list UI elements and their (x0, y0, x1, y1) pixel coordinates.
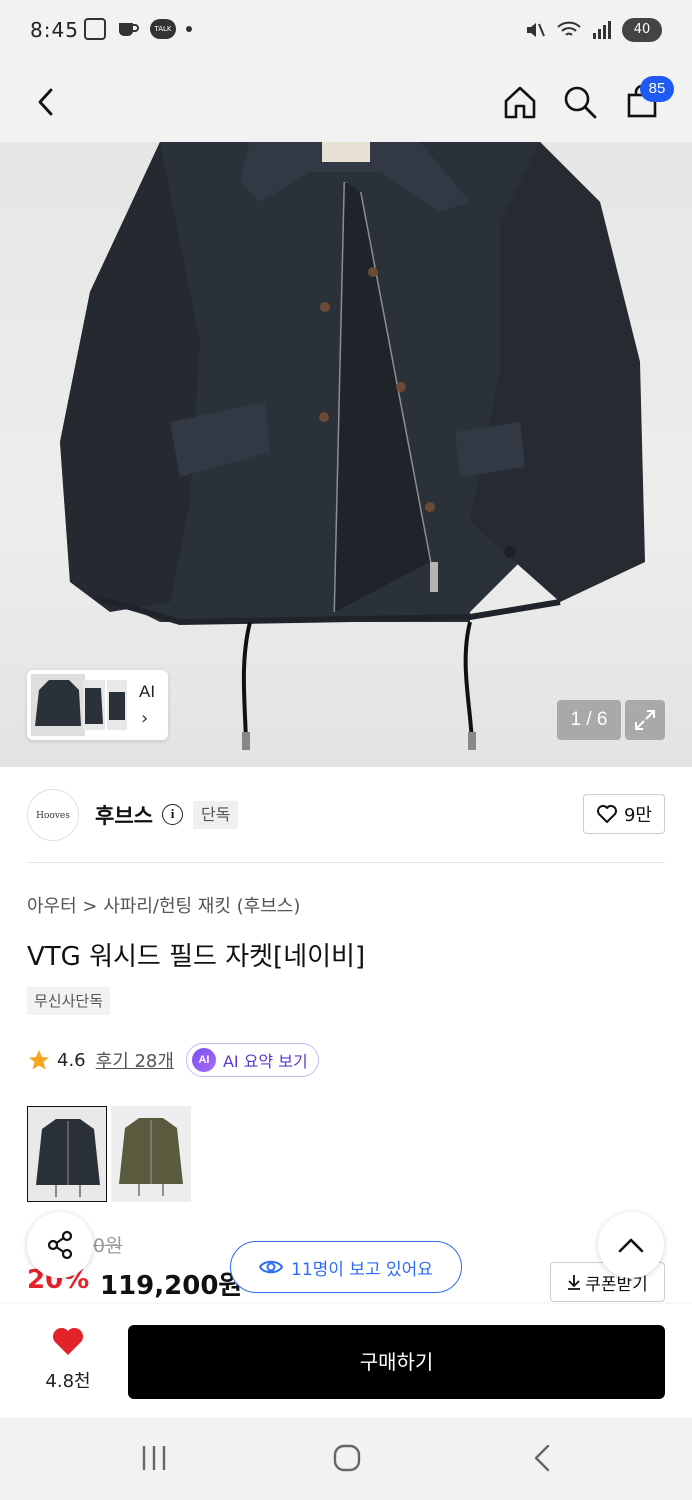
back-button[interactable] (22, 78, 70, 126)
scroll-to-top-button[interactable] (598, 1212, 664, 1278)
ai-summary-label: AI 요약 보기 (222, 1052, 308, 1071)
rating-value: 4.6 (57, 1049, 86, 1071)
exclusive-brand-tag: 단독 (193, 801, 239, 829)
brand-name[interactable]: 후브스 (95, 800, 153, 830)
system-navigation-bar (0, 1418, 692, 1500)
wifi-icon (557, 21, 581, 36)
swatch-image-navy (28, 1107, 106, 1201)
brand-like-button[interactable]: 9만 (583, 794, 665, 834)
ai-badge-icon: AI (191, 1048, 216, 1072)
kakaotalk-icon: TALK (150, 19, 176, 39)
image-thumbnail-strip[interactable]: AI › (27, 670, 168, 740)
original-price: 0원 (93, 1235, 123, 1257)
image-counter: 1 / 6 (557, 700, 621, 740)
color-swatch-olive[interactable] (111, 1106, 191, 1202)
status-system-icons: 40 (524, 18, 662, 42)
brand-like-count: 9만 (623, 805, 652, 826)
chevron-up-icon (618, 1238, 644, 1253)
battery-indicator: 40 (622, 18, 662, 42)
buy-button[interactable]: 구매하기 (128, 1325, 665, 1399)
ai-summary-button[interactable]: AI AI 요약 보기 (185, 1043, 319, 1077)
live-viewers-text: 11명이 보고 있어요 (291, 1259, 433, 1280)
recent-apps-icon (142, 1446, 166, 1470)
home-nav-button[interactable] (323, 1438, 371, 1478)
home-icon (504, 86, 536, 119)
search-button[interactable] (556, 78, 604, 126)
review-count-link[interactable]: 후기 28개 (96, 1047, 174, 1073)
info-icon[interactable]: i (162, 804, 183, 825)
heart-outline-icon (596, 805, 617, 823)
cart-count-badge: 85 (640, 76, 674, 102)
rating-row: 4.6 후기 28개 AI AI 요약 보기 (27, 1043, 319, 1077)
wishlist-count: 4.8천 (45, 1371, 91, 1392)
brand-logo[interactable]: Hooves (27, 789, 79, 841)
heart-filled-icon (52, 1327, 84, 1355)
cup-icon (119, 23, 139, 36)
musinsa-exclusive-tag: 무신사단독 (27, 987, 111, 1015)
search-icon (564, 86, 597, 119)
share-button[interactable] (27, 1212, 93, 1278)
thumbnail-images (31, 674, 127, 736)
app-header: 85 (0, 62, 692, 142)
swatch-image-olive (111, 1106, 191, 1202)
mute-icon (527, 23, 545, 37)
wishlist-button[interactable] (42, 1326, 94, 1366)
back-nav-icon (534, 1444, 550, 1472)
category-breadcrumb[interactable]: 아우터 > 사파리/헌팅 재킷 (후브스) (27, 892, 300, 918)
chevron-right-icon: › (141, 708, 149, 729)
back-nav-button[interactable] (518, 1438, 566, 1478)
download-icon (568, 1275, 581, 1290)
home-circle-icon (333, 1444, 361, 1472)
status-notification-icons: TALK (84, 18, 192, 40)
recent-apps-button[interactable] (130, 1438, 178, 1478)
live-viewers-pill: 11명이 보고 있어요 (230, 1241, 462, 1293)
expand-image-button[interactable] (625, 700, 665, 740)
signal-icon (593, 21, 611, 39)
thumbnail-ai-label: AI (139, 682, 156, 701)
chevron-left-icon (38, 88, 53, 116)
share-icon (47, 1230, 73, 1260)
status-time: 8:45 (30, 18, 79, 42)
divider (27, 862, 665, 863)
status-bar: 8:45 TALK 40 (0, 0, 692, 62)
expand-icon (635, 710, 655, 730)
screenshot-icon (84, 18, 106, 40)
more-notifications-dot (186, 26, 192, 32)
eye-icon (259, 1260, 284, 1274)
color-swatch-navy[interactable] (27, 1106, 107, 1202)
product-title: VTG 워시드 필드 자켓[네이비] (27, 942, 366, 972)
star-icon (29, 1050, 49, 1070)
home-button[interactable] (496, 78, 544, 126)
sale-price: 119,200원 (100, 1271, 243, 1301)
